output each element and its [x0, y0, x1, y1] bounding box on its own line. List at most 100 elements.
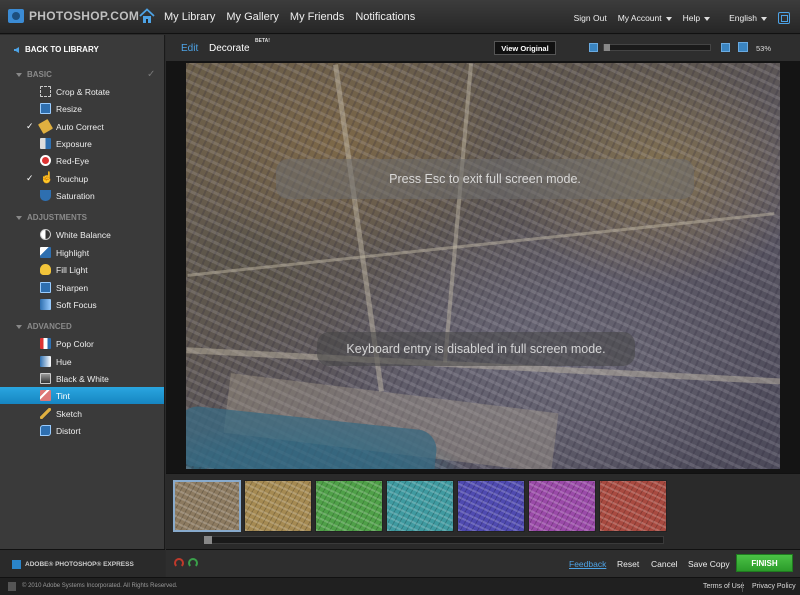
language-label: English — [729, 13, 757, 23]
photo-canvas: Press Esc to exit full screen mode. Keyb… — [166, 61, 800, 473]
tool-tint[interactable]: Tint — [0, 387, 164, 404]
cancel-button[interactable]: Cancel — [651, 559, 677, 569]
terms-link[interactable]: Terms of Use — [703, 583, 744, 590]
tab-edit[interactable]: Edit — [181, 43, 198, 54]
save-copy-button[interactable]: Save Copy — [688, 559, 730, 569]
tools-sidebar: BACK TO LIBRARY BASIC ✓ Crop & Rotate Re… — [0, 35, 165, 579]
tool-label: Fill Light — [56, 264, 88, 275]
tool-resize[interactable]: Resize — [0, 100, 164, 117]
filmstrip-scrollbar[interactable] — [204, 536, 664, 544]
finish-button[interactable]: FINISH — [736, 554, 793, 572]
tool-black-white[interactable]: Black & White — [0, 370, 164, 387]
tint-thumbnail[interactable] — [457, 480, 525, 532]
language-menu[interactable]: English — [729, 13, 767, 23]
zoom-out-icon[interactable] — [589, 43, 598, 52]
tool-label: Saturation — [56, 190, 95, 201]
filmstrip-scroll-handle[interactable] — [204, 536, 212, 544]
adobe-brand-bar: ADOBE® PHOTOSHOP® EXPRESS — [0, 549, 165, 579]
adobe-logo-icon — [12, 560, 21, 569]
resize-icon — [40, 103, 51, 114]
collapse-triangle-icon — [16, 215, 22, 220]
my-account-menu[interactable]: My Account — [618, 13, 672, 23]
redo-icon[interactable] — [188, 558, 198, 568]
action-bar: Feedback Reset Cancel Save Copy FINISH — [166, 549, 800, 577]
zoom-slider-handle[interactable] — [604, 44, 610, 51]
tool-label: Auto Correct — [56, 121, 104, 132]
red-eye-icon — [40, 155, 51, 166]
copyright: © 2010 Adobe Systems Incorporated. All R… — [22, 583, 178, 589]
tool-hue[interactable]: Hue — [0, 353, 164, 370]
camera-logo-icon — [8, 9, 24, 23]
editor-toolbar: Edit Decorate BETA! View Original 53% — [166, 35, 800, 61]
section-advanced[interactable]: ADVANCED — [16, 322, 72, 331]
zoom-slider[interactable] — [603, 44, 711, 51]
sign-out-link[interactable]: Sign Out — [574, 13, 607, 23]
tool-label: Pop Color — [56, 338, 94, 349]
help-menu[interactable]: Help — [682, 13, 711, 23]
tool-highlight[interactable]: Highlight — [0, 244, 164, 261]
collapse-triangle-icon — [16, 72, 22, 77]
main-nav: My Library My Gallery My Friends Notific… — [164, 11, 415, 23]
view-original-button[interactable]: View Original — [494, 41, 556, 55]
tint-brush-icon — [40, 390, 51, 401]
feedback-link[interactable]: Feedback — [569, 559, 606, 569]
tool-label: White Balance — [56, 229, 111, 240]
back-to-library-button[interactable]: BACK TO LIBRARY — [14, 45, 99, 54]
tool-sharpen[interactable]: Sharpen — [0, 279, 164, 296]
tool-label: Crop & Rotate — [56, 86, 110, 97]
tint-filmstrip — [166, 473, 800, 549]
tool-pop-color[interactable]: Pop Color — [0, 335, 164, 352]
fullscreen-icon[interactable] — [778, 12, 790, 24]
sharpen-icon — [40, 282, 51, 293]
privacy-link[interactable]: Privacy Policy — [752, 583, 796, 590]
tool-fill-light[interactable]: Fill Light — [0, 261, 164, 278]
nav-my-friends[interactable]: My Friends — [290, 11, 344, 23]
tool-red-eye[interactable]: Red-Eye — [0, 152, 164, 169]
saturation-icon — [40, 190, 51, 201]
tool-exposure[interactable]: Exposure — [0, 135, 164, 152]
tool-label: Tint — [56, 390, 70, 401]
zoom-in-icon[interactable] — [721, 43, 730, 52]
tint-thumbnail[interactable] — [244, 480, 312, 532]
brand-label: ADOBE® PHOTOSHOP® EXPRESS — [25, 561, 134, 568]
adobe-logo-icon — [8, 582, 16, 591]
tint-thumbnail[interactable] — [599, 480, 667, 532]
tint-thumbnail[interactable] — [528, 480, 596, 532]
back-label: BACK TO LIBRARY — [25, 45, 99, 54]
tool-saturation[interactable]: Saturation — [0, 187, 164, 204]
beta-badge: BETA! — [255, 38, 270, 44]
logo-text: PHOTOSHOP.COM — [29, 9, 140, 23]
nav-my-library[interactable]: My Library — [164, 11, 215, 23]
home-icon[interactable] — [139, 8, 155, 24]
hand-icon: ☝ — [40, 172, 54, 184]
reset-button[interactable]: Reset — [617, 559, 639, 569]
black-white-icon — [40, 373, 51, 384]
undo-icon[interactable] — [174, 558, 184, 568]
help-label: Help — [682, 13, 701, 23]
section-advanced-label: ADVANCED — [27, 322, 72, 331]
tool-auto-correct[interactable]: ✓ Auto Correct — [0, 118, 164, 135]
nav-my-gallery[interactable]: My Gallery — [226, 11, 279, 23]
tool-label: Soft Focus — [56, 299, 97, 310]
tool-distort[interactable]: Distort — [0, 422, 164, 439]
tool-touchup[interactable]: ✓ ☝ Touchup — [0, 170, 164, 187]
tint-thumbnail[interactable] — [386, 480, 454, 532]
tool-label: Sharpen — [56, 282, 89, 293]
tool-soft-focus[interactable]: Soft Focus — [0, 296, 164, 313]
white-balance-icon — [40, 229, 51, 240]
wand-icon — [37, 118, 54, 135]
account-nav: Sign Out My Account Help English — [574, 12, 790, 24]
nav-notifications[interactable]: Notifications — [355, 11, 415, 23]
photoshop-logo[interactable]: PHOTOSHOP.COM — [8, 9, 139, 23]
section-basic[interactable]: BASIC — [16, 70, 52, 79]
tint-thumbnail[interactable] — [173, 480, 241, 532]
tool-sketch[interactable]: Sketch — [0, 405, 164, 422]
tool-crop-rotate[interactable]: Crop & Rotate — [0, 83, 164, 100]
section-adjustments[interactable]: ADJUSTMENTS — [16, 213, 87, 222]
aerial-photo[interactable]: Press Esc to exit full screen mode. Keyb… — [186, 63, 780, 469]
soft-focus-icon — [40, 299, 51, 310]
fit-to-screen-icon[interactable] — [738, 42, 748, 52]
tool-white-balance[interactable]: White Balance — [0, 226, 164, 243]
tint-thumbnail[interactable] — [315, 480, 383, 532]
tab-decorate[interactable]: Decorate — [209, 43, 250, 54]
